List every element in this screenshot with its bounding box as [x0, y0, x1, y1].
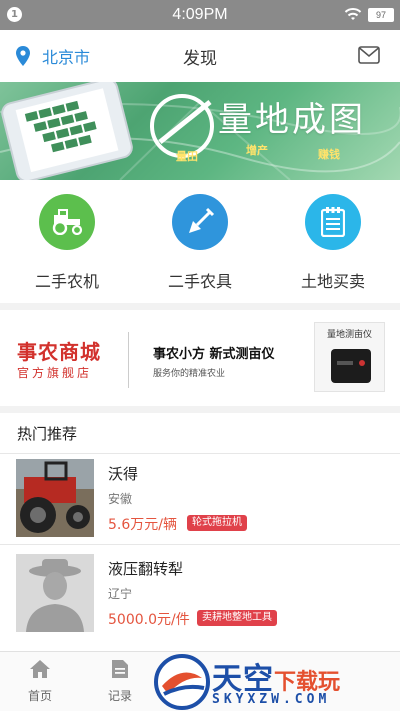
item-tag: 卖耕地整地工具: [197, 610, 277, 626]
promo-headline: 事农小方 新式测亩仪: [153, 347, 275, 362]
shovel-icon: [172, 194, 228, 250]
category-grid: 二手农机 二手农具 土地买卖: [0, 180, 400, 303]
item-price: 5.6万元/辆: [108, 517, 177, 533]
item-price: 5000.0元/件: [108, 612, 190, 628]
banner-tag: 增产: [246, 144, 268, 157]
hot-recommendations: 热门推荐 沃得 安徽 5.6万元/辆 轮式拖拉机 液压翻转犁 辽宁 5000.0…: [0, 413, 400, 651]
promo-banner[interactable]: 量地成图 量田 增产 赚钱: [0, 82, 400, 180]
site-watermark: 天空下载玩 SKYXZW.COM: [150, 652, 400, 711]
list-item[interactable]: 液压翻转犁 辽宁 5000.0元/件 卖耕地整地工具: [0, 550, 400, 638]
tractor-photo: [16, 459, 94, 537]
shop-name: 事农商城: [17, 340, 101, 364]
watermark-logo: [154, 654, 210, 710]
item-region: 安徽: [108, 492, 133, 506]
nav-record[interactable]: 记录: [90, 659, 150, 704]
nav-label: 记录: [107, 689, 132, 703]
nav-label: 首页: [27, 689, 52, 703]
page-title: 发现: [183, 49, 217, 69]
wifi-icon: [344, 8, 362, 20]
banner-tag: 赚钱: [318, 148, 340, 161]
home-icon: [30, 660, 50, 678]
section-title: 热门推荐: [17, 425, 78, 443]
banner-title: 量地成图: [218, 100, 366, 140]
divider: [0, 453, 400, 454]
nav-home[interactable]: 首页: [10, 659, 70, 704]
item-name: 液压翻转犁: [108, 560, 184, 578]
top-header: 北京市 发现: [0, 30, 400, 82]
device-image: 量地测亩仪: [314, 322, 385, 392]
watermark-url: SKYXZW.COM: [212, 692, 331, 707]
record-icon: [112, 660, 128, 678]
item-tag: 轮式拖拉机: [187, 515, 247, 531]
mail-icon[interactable]: [358, 46, 380, 64]
category-label: 二手农机: [34, 272, 99, 291]
tractor-icon: [39, 194, 95, 250]
status-bar: 1 4:09PM 97: [0, 0, 400, 30]
list-item[interactable]: 沃得 安徽 5.6万元/辆 轮式拖拉机: [0, 455, 400, 545]
category-label: 二手农具: [167, 272, 232, 291]
item-region: 辽宁: [108, 587, 133, 601]
battery-indicator: 97: [368, 8, 394, 22]
banner-tag: 量田: [176, 150, 198, 163]
category-used-tools[interactable]: 二手农具: [133, 194, 267, 292]
promo-subline: 服务你的精准农业: [153, 369, 226, 379]
divider: [0, 544, 400, 545]
store-promo-card[interactable]: 事农商城 官方旗舰店 事农小方 新式测亩仪 服务你的精准农业 量地测亩仪: [0, 310, 400, 406]
promo-divider: [128, 332, 129, 388]
placeholder-avatar-image: [16, 554, 94, 632]
category-label: 土地买卖: [300, 272, 365, 291]
category-land-trade[interactable]: 土地买卖: [266, 194, 400, 292]
item-name: 沃得: [108, 465, 139, 483]
category-used-machinery[interactable]: 二手农机: [0, 194, 134, 292]
shop-subtitle: 官方旗舰店: [17, 366, 93, 380]
status-time: 4:09PM: [172, 6, 228, 23]
document-icon: [305, 194, 361, 250]
